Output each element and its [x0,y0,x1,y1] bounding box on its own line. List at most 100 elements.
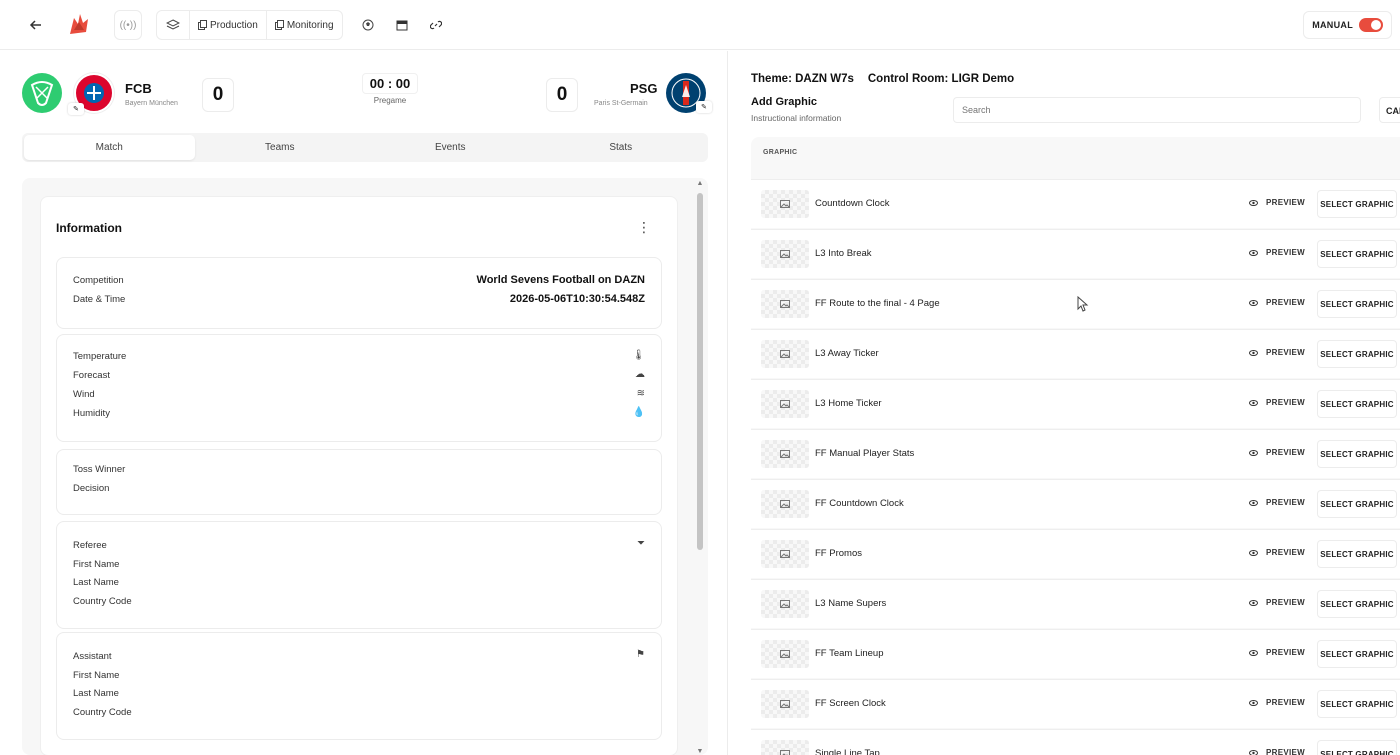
monitoring-button[interactable]: Monitoring [266,10,343,40]
preview-label: PREVIEW [1266,448,1305,457]
graphic-row[interactable]: Single Line Tap PREVIEW SELECT GRAPHIC [751,729,1400,755]
forecast-label: Forecast [73,370,110,381]
graphic-name: FF Screen Clock [815,698,886,709]
eye-icon [1249,699,1258,706]
cloud-icon: ☁ [635,369,645,380]
home-score[interactable]: 0 [202,78,234,112]
graphic-row[interactable]: FF Manual Player Stats PREVIEW SELECT GRAP… [751,429,1400,478]
select-graphic-button[interactable]: SELECT GRAPHIC [1317,540,1397,568]
tab-teams[interactable]: Teams [195,135,366,160]
graphic-row[interactable]: Countdown Clock PREVIEW SELECT GRAPHIC [751,179,1400,228]
toggle-switch[interactable] [1359,18,1383,32]
whistle-icon: ⏷ [637,538,645,549]
preview-button[interactable]: PREVIEW [1249,448,1305,457]
graphic-row[interactable]: FF Promos PREVIEW SELECT GRAPHIC [751,529,1400,578]
graphic-column-header: GRAPHIC [763,149,798,156]
more-options-icon[interactable]: ⋮ [637,219,651,236]
graphic-row[interactable]: L3 Into Break PREVIEW SELECT GRAPHIC [751,229,1400,278]
production-button[interactable]: Production [190,10,267,40]
preview-label: PREVIEW [1266,698,1305,707]
preview-button[interactable]: PREVIEW [1249,298,1305,307]
tab-events[interactable]: Events [365,135,536,160]
graphic-row[interactable]: FF Screen Clock PREVIEW SELECT GRAPHIC [751,679,1400,728]
cancel-button[interactable]: CAN [1379,97,1400,123]
graphic-name: FF Route to the final - 4 Page [815,298,940,309]
flag-icon: ⚑ [636,649,645,660]
select-graphic-button[interactable]: SELECT GRAPHIC [1317,490,1397,518]
graphic-thumbnail [761,190,809,218]
mode-toggle[interactable]: MANUAL [1303,11,1392,39]
layers-button[interactable] [156,10,190,40]
weather-section: Temperature 🌡 Forecast ☁ Wind ≋ Humidity… [56,334,662,442]
select-graphic-button[interactable]: SELECT GRAPHIC [1317,640,1397,668]
away-team-name: Paris St-Germain [594,100,648,107]
broadcast-icon: ((•)) [119,19,137,31]
info-scroll-area[interactable]: Information ⋮ Competition World Sevens F… [22,178,708,755]
tab-match[interactable]: Match [24,135,195,160]
scrollbar[interactable]: ▲ ▼ [696,178,704,755]
graphic-row[interactable]: L3 Name Supers PREVIEW SELECT GRAPHIC [751,579,1400,628]
select-graphic-button[interactable]: SELECT GRAPHIC [1317,340,1397,368]
graphic-row[interactable]: L3 Home Ticker PREVIEW SELECT GRAPHIC [751,379,1400,428]
preview-button[interactable]: PREVIEW [1249,648,1305,657]
preview-button[interactable]: PREVIEW [1249,698,1305,707]
add-graphic-title: Add Graphic [751,96,818,108]
broadcast-button[interactable]: ((•)) [114,10,142,40]
back-button[interactable] [22,10,50,40]
edit-home-logo-icon[interactable]: ✎ [68,103,84,115]
scroll-down-icon[interactable]: ▼ [696,748,704,755]
graphic-row[interactable]: FF Team Lineup PREVIEW SELECT GRAPHIC [751,629,1400,678]
preview-button[interactable]: PREVIEW [1249,348,1305,357]
select-graphic-button[interactable]: SELECT GRAPHIC [1317,440,1397,468]
information-card: Information ⋮ Competition World Sevens F… [40,196,678,755]
preview-button[interactable]: PREVIEW [1249,248,1305,257]
top-bar: ((•)) Production Monitoring MANUAL [0,0,1400,50]
preview-button[interactable]: PREVIEW [1249,398,1305,407]
preview-label: PREVIEW [1266,348,1305,357]
calendar-button[interactable] [388,10,416,40]
preview-label: PREVIEW [1266,498,1305,507]
select-graphic-button[interactable]: SELECT GRAPHIC [1317,740,1397,755]
select-graphic-button[interactable]: SELECT GRAPHIC [1317,390,1397,418]
graphic-thumbnail [761,390,809,418]
competition-section: Competition World Sevens Football on DAZ… [56,257,662,329]
graphic-row[interactable]: L3 Away Ticker PREVIEW SELECT GRAPHIC [751,329,1400,378]
graphic-thumbnail [761,740,809,755]
match-tabs: Match Teams Events Stats [22,133,708,162]
referee-last-name-label: Last Name [73,577,119,588]
eye-icon [1249,349,1258,356]
select-graphic-button[interactable]: SELECT GRAPHIC [1317,690,1397,718]
football-button[interactable] [354,10,382,40]
edit-away-logo-icon[interactable]: ✎ [696,101,712,113]
wind-label: Wind [73,389,95,400]
search-input[interactable] [953,97,1361,123]
graphic-row[interactable]: FF Route to the final - 4 Page PREVIEW SEL… [751,279,1400,328]
eye-icon [1249,449,1258,456]
assistant-first-name-label: First Name [73,670,120,681]
production-label: Production [210,19,258,31]
match-clock[interactable]: 00 : 00 Pregame [362,73,418,105]
tab-stats[interactable]: Stats [536,135,707,160]
preview-button[interactable]: PREVIEW [1249,548,1305,557]
assistant-country-label: Country Code [73,707,132,718]
referee-country-label: Country Code [73,596,132,607]
select-graphic-button[interactable]: SELECT GRAPHIC [1317,190,1397,218]
preview-button[interactable]: PREVIEW [1249,598,1305,607]
preview-button[interactable]: PREVIEW [1249,198,1305,207]
control-room-label: Control Room: LIGR Demo [867,73,1015,85]
calendar-icon [396,20,408,31]
toss-section: Toss Winner Decision [56,449,662,515]
preview-label: PREVIEW [1266,298,1305,307]
preview-button[interactable]: PREVIEW [1249,498,1305,507]
competition-label: Competition [73,275,124,286]
select-graphic-button[interactable]: SELECT GRAPHIC [1317,290,1397,318]
datetime-value: 2026-05-06T10:30:54.548Z [509,293,645,305]
link-button[interactable] [422,10,450,40]
select-graphic-button[interactable]: SELECT GRAPHIC [1317,240,1397,268]
preview-button[interactable]: PREVIEW [1249,748,1305,755]
select-graphic-button[interactable]: SELECT GRAPHIC [1317,590,1397,618]
away-score[interactable]: 0 [546,78,578,112]
scroll-up-icon[interactable]: ▲ [696,180,704,187]
graphic-row[interactable]: FF Countdown Clock PREVIEW SELECT GRAPHIC [751,479,1400,528]
scrollbar-thumb[interactable] [697,193,703,550]
